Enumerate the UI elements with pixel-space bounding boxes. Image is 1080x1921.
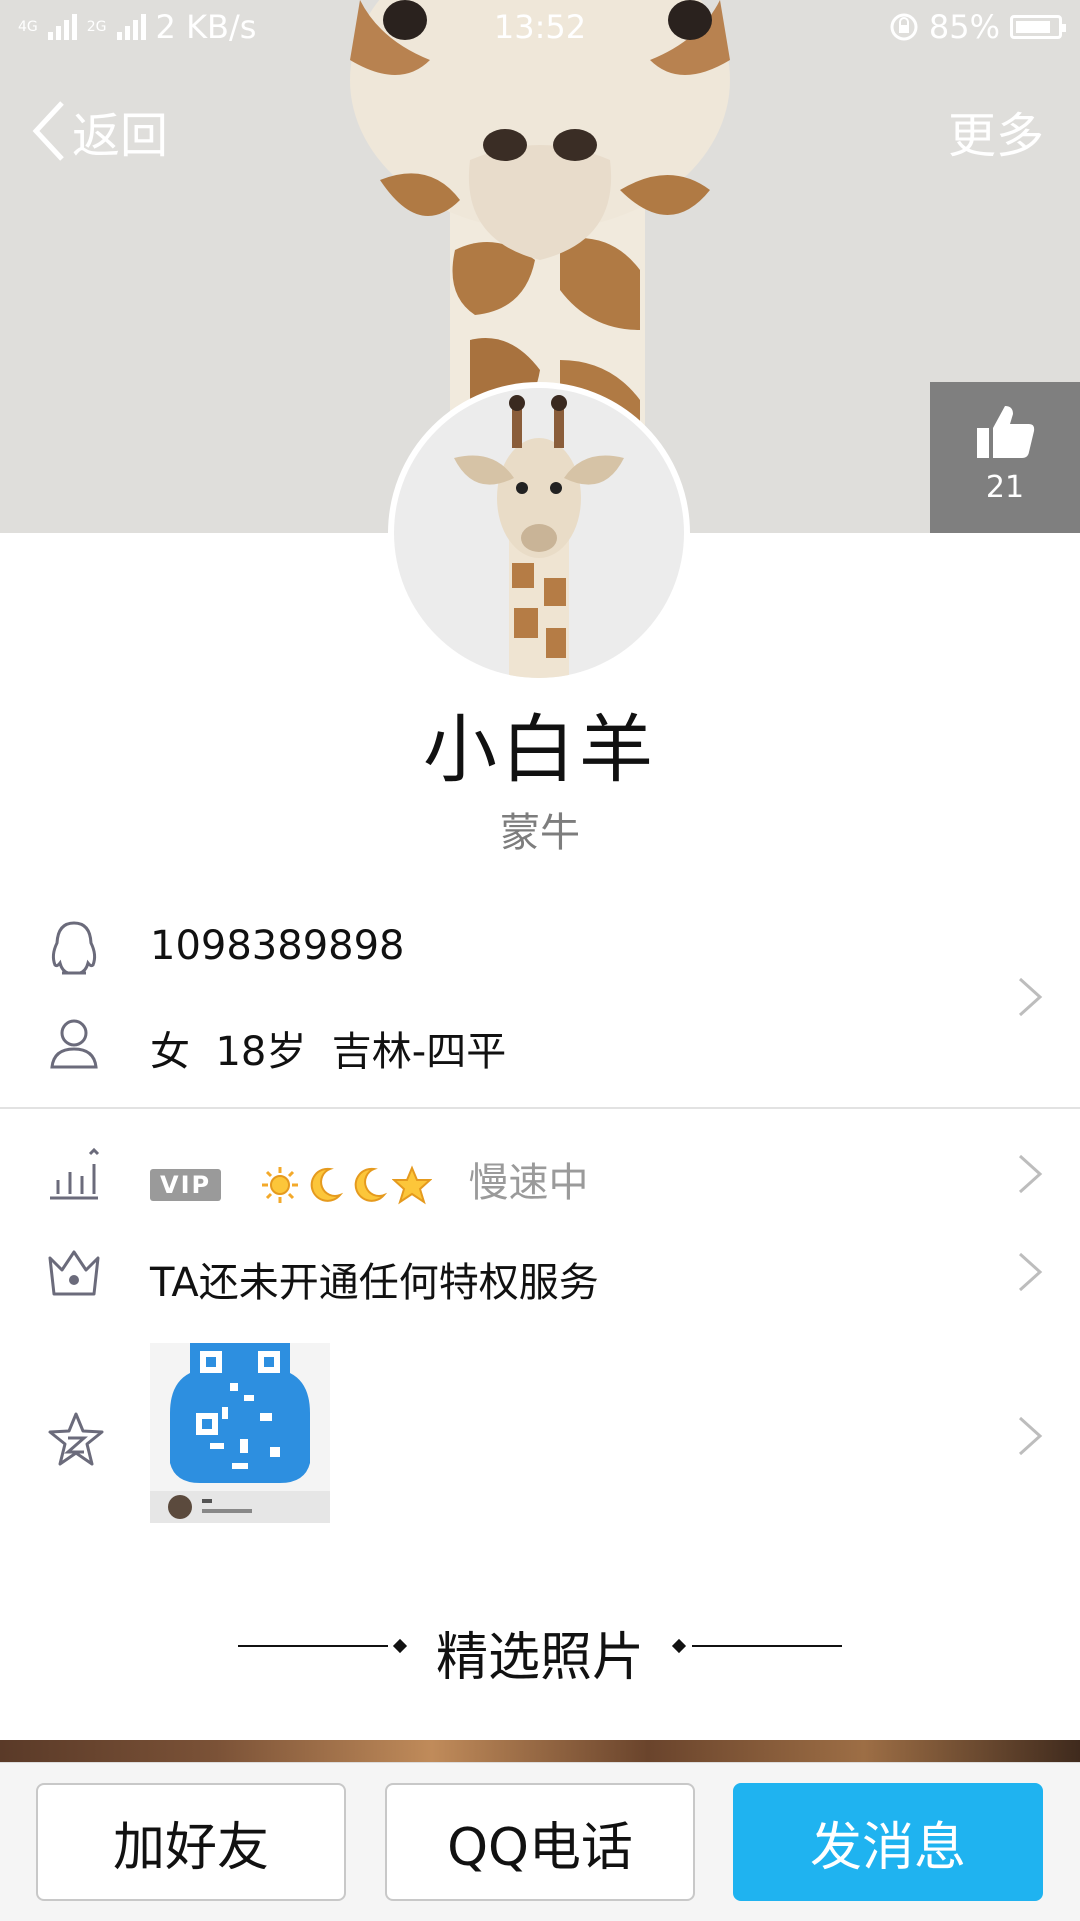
divider — [0, 1107, 1080, 1109]
privilege-text: TA还未开通任何特权服务 — [150, 1260, 599, 1306]
battery-icon — [1010, 15, 1066, 39]
location: 吉林-四平 — [331, 1029, 507, 1075]
privilege-row[interactable]: TA还未开通任何特权服务 — [0, 1238, 1080, 1308]
sun-icon — [261, 1167, 298, 1203]
rotation-lock-icon — [890, 13, 918, 41]
like-count: 21 — [985, 470, 1025, 505]
section-line-right — [692, 1645, 842, 1647]
chevron-right-icon — [1018, 977, 1043, 1017]
qzone-photo-thumbnail[interactable] — [150, 1343, 330, 1523]
chevron-right-icon — [1018, 1154, 1043, 1194]
qq-number: 1098389898 — [150, 923, 405, 969]
personal-info: 女 18岁 吉林-四平 — [150, 1019, 506, 1077]
age: 18岁 — [215, 1029, 307, 1075]
send-message-button[interactable]: 发消息 — [733, 1783, 1043, 1901]
avatar[interactable] — [388, 382, 690, 684]
chevron-right-icon — [1018, 1252, 1043, 1292]
level-info: VIP 慢速中 — [150, 1150, 589, 1208]
moon-icon — [310, 1167, 344, 1202]
add-friend-button[interactable]: 加好友 — [36, 1783, 346, 1901]
qq-call-button[interactable]: QQ电话 — [385, 1783, 695, 1901]
signature-text: 蒙牛 — [500, 810, 580, 856]
basic-info-row[interactable]: 1098389898 女 18岁 吉林-四平 — [0, 905, 1080, 1105]
level-badges — [260, 1165, 432, 1205]
battery-percent: 85% — [928, 8, 1000, 46]
level-chart-icon — [50, 1147, 100, 1200]
nickname: 小白羊 — [423, 707, 657, 793]
more-button[interactable]: 更多 — [948, 96, 1044, 166]
qq-penguin-icon — [51, 921, 97, 975]
bottom-action-bar: 加好友 QQ电话 发消息 — [0, 1762, 1080, 1921]
status-bar: 4G 2G 2 KB/s 13:52 85% — [0, 0, 1080, 55]
person-icon — [50, 1019, 98, 1069]
moon-icon — [354, 1167, 388, 1202]
qr-code-image — [150, 1343, 330, 1523]
gender: 女 — [150, 1029, 190, 1075]
back-button[interactable]: 返回 — [30, 96, 168, 166]
level-row[interactable]: VIP 慢速中 — [0, 1140, 1080, 1210]
crown-icon — [48, 1250, 100, 1296]
chevron-left-icon — [32, 101, 64, 161]
star-icon — [391, 1165, 432, 1205]
back-label: 返回 — [72, 108, 169, 164]
featured-photos-title: 精选照片 — [435, 1628, 644, 1688]
vip-badge: VIP — [150, 1169, 222, 1201]
thumbs-up-icon — [977, 406, 1035, 458]
like-button[interactable]: 21 — [930, 382, 1080, 533]
qzone-star-icon — [48, 1412, 104, 1466]
level-status: 慢速中 — [468, 1160, 589, 1206]
avatar-image — [394, 388, 684, 678]
chevron-right-icon — [1018, 1416, 1043, 1456]
